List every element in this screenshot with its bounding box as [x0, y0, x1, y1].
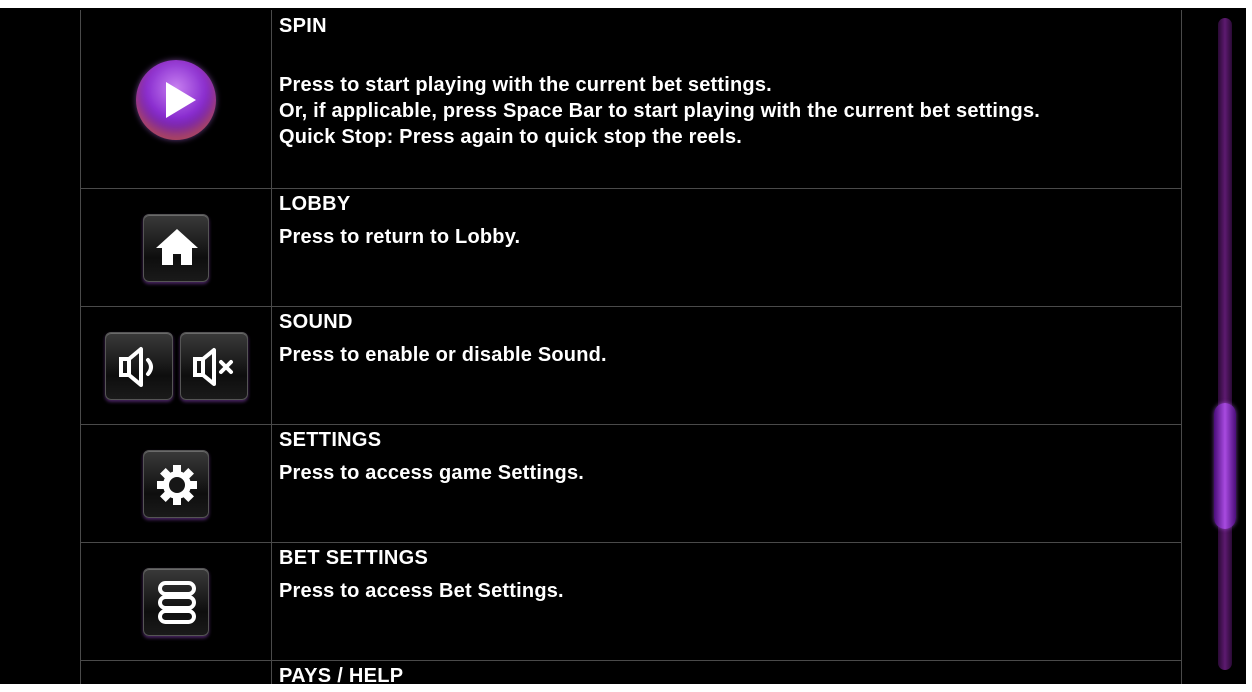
help-title: LOBBY — [279, 193, 351, 215]
help-icon-cell — [81, 661, 272, 684]
settings-button[interactable] — [143, 450, 209, 518]
help-description-line: Press to start playing with the current … — [279, 74, 772, 96]
help-icon-cell — [81, 189, 272, 306]
right-frame-bar — [1246, 0, 1252, 692]
help-title: SETTINGS — [279, 429, 382, 451]
sound-on-button[interactable] — [105, 332, 173, 400]
help-title: SPIN — [279, 15, 327, 37]
help-title: PAYS / HELP — [279, 665, 404, 684]
help-icon-cell — [81, 307, 272, 424]
coin-stack-icon — [158, 581, 196, 624]
sound-mute-button[interactable] — [180, 332, 248, 400]
help-text-cell: SOUND Press to enable or disable Sound. — [279, 310, 1179, 368]
home-icon — [156, 229, 198, 265]
bottom-frame-bar — [0, 684, 1252, 692]
help-row-spin: SPIN Press to start playing with the cur… — [81, 10, 1181, 189]
scrollbar-track[interactable] — [1218, 18, 1232, 670]
help-description-line: Press to access game Settings. — [279, 462, 585, 484]
help-description-line: Press to access Bet Settings. — [279, 580, 564, 602]
help-title: SOUND — [279, 311, 353, 333]
help-row-sound: SOUND Press to enable or disable Sound. — [81, 307, 1181, 425]
help-row-settings: SETTINGS Press to access game Settings. — [81, 425, 1181, 543]
help-description-line: Press to return to Lobby. — [279, 226, 521, 248]
lobby-button[interactable] — [143, 214, 209, 282]
help-row-lobby: LOBBY Press to return to Lobby. — [81, 189, 1181, 307]
help-icon-cell — [81, 10, 272, 188]
help-row-pays-help: PAYS / HELP — [81, 661, 1181, 684]
help-description-line: Quick Stop: Press again to quick stop th… — [279, 126, 743, 148]
gear-icon — [157, 465, 197, 505]
bet-settings-button[interactable] — [143, 568, 209, 636]
help-text-cell: LOBBY Press to return to Lobby. — [279, 192, 1179, 250]
top-frame-bar — [0, 0, 1252, 8]
help-text-cell: BET SETTINGS Press to access Bet Setting… — [279, 546, 1179, 604]
help-text-cell: SPIN Press to start playing with the cur… — [279, 14, 1179, 150]
help-icon-cell — [81, 425, 272, 542]
help-text-cell: SETTINGS Press to access game Settings. — [279, 428, 1179, 486]
speaker-on-icon — [119, 347, 153, 387]
help-row-bet-settings: BET SETTINGS Press to access Bet Setting… — [81, 543, 1181, 661]
play-icon — [166, 82, 196, 118]
help-icon-cell — [81, 543, 272, 660]
speaker-mute-icon — [193, 348, 233, 386]
scrollbar-thumb[interactable] — [1214, 403, 1236, 529]
spin-button[interactable] — [136, 60, 216, 140]
help-description-line: Or, if applicable, press Space Bar to st… — [279, 100, 1041, 122]
help-table: SPIN Press to start playing with the cur… — [80, 10, 1182, 684]
help-title: BET SETTINGS — [279, 547, 429, 569]
help-description-line: Press to enable or disable Sound. — [279, 344, 607, 366]
help-text-cell: PAYS / HELP — [279, 664, 1179, 684]
